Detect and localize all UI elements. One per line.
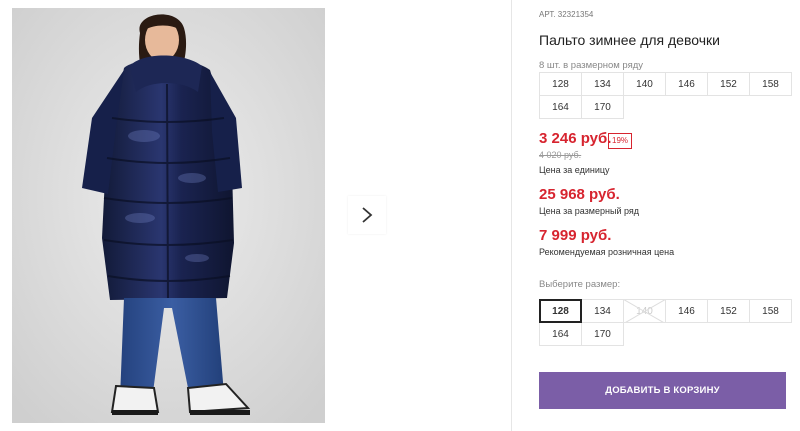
size-range-cell: 164 — [539, 95, 582, 119]
size-range-cell: 170 — [581, 95, 624, 119]
article-number: 32321354 — [557, 10, 594, 19]
product-gallery — [0, 0, 511, 431]
size-range-cell: 128 — [539, 72, 582, 96]
size-range-note: 8 шт. в размерном ряду — [539, 60, 644, 71]
product-title: Пальто зимнее для девочки — [539, 32, 720, 48]
size-range-cell: 152 — [707, 72, 750, 96]
article-line: АРТ. 32321354 — [539, 10, 593, 19]
set-price: 25 968 руб. — [539, 186, 620, 203]
size-option[interactable]: 158 — [749, 299, 792, 323]
product-info-panel: АРТ. 32321354 Пальто зимнее для девочки … — [539, 0, 792, 431]
set-price-caption: Цена за размерный ряд — [539, 206, 640, 216]
old-price: 4 020 руб. — [539, 150, 582, 160]
size-picker: 128 134 140 146 152 158 164 170 — [539, 299, 792, 346]
size-option[interactable]: 146 — [665, 299, 708, 323]
size-range-cell: 134 — [581, 72, 624, 96]
gallery-next-button[interactable] — [348, 196, 386, 234]
size-option[interactable]: 134 — [581, 299, 624, 323]
add-to-cart-button[interactable]: ДОБАВИТЬ В КОРЗИНУ — [539, 372, 786, 409]
size-option[interactable]: 128 — [539, 299, 582, 323]
unit-price: 3 246 руб. — [539, 130, 612, 147]
size-range-table: 128 134 140 146 152 158 164 170 — [539, 72, 792, 119]
chevron-right-icon — [362, 207, 373, 223]
size-range-cell: 158 — [749, 72, 792, 96]
size-option[interactable]: 152 — [707, 299, 750, 323]
product-photo[interactable] — [12, 8, 325, 423]
size-picker-label: Выберите размер: — [539, 279, 621, 290]
panel-divider — [511, 0, 512, 431]
size-option-unavailable: 140 — [623, 299, 666, 323]
size-range-cell: 140 — [623, 72, 666, 96]
recommended-price: 7 999 руб. — [539, 227, 612, 244]
size-option[interactable]: 170 — [581, 322, 624, 346]
size-range-cell: 146 — [665, 72, 708, 96]
discount-badge: 19% — [608, 133, 633, 149]
article-label: АРТ. — [539, 10, 556, 19]
product-photo-illustration — [12, 8, 325, 423]
recommended-price-caption: Рекомендуемая розничная цена — [539, 247, 675, 257]
size-option[interactable]: 164 — [539, 322, 582, 346]
unit-price-caption: Цена за единицу — [539, 165, 610, 175]
